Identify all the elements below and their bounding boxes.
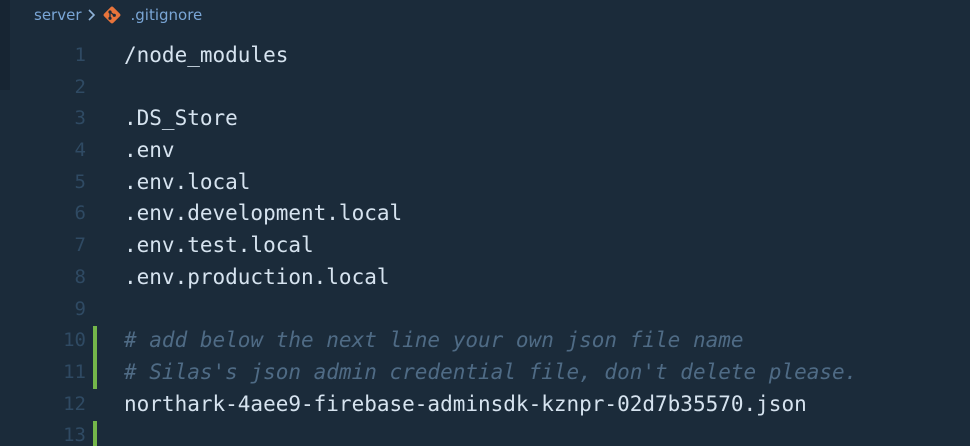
git-added-marker[interactable]	[93, 326, 97, 389]
code-line[interactable]	[124, 420, 970, 446]
code-text-area[interactable]: /node_modules .DS_Store .env .env.local …	[124, 40, 970, 446]
line-number: 5	[74, 170, 86, 193]
breadcrumb: server .gitignore	[34, 4, 202, 26]
code-line[interactable]: .env.production.local	[124, 262, 970, 294]
line-number: 8	[74, 265, 86, 288]
breadcrumb-file[interactable]: .gitignore	[130, 6, 202, 24]
git-added-marker[interactable]	[93, 421, 97, 446]
line-number: 12	[63, 392, 86, 415]
code-line[interactable]: northark-4aee9-firebase-adminsdk-kznpr-0…	[124, 389, 970, 421]
code-line[interactable]: .env	[124, 135, 970, 167]
line-number: 2	[74, 75, 86, 98]
code-line[interactable]: .DS_Store	[124, 103, 970, 135]
line-number: 7	[74, 234, 86, 257]
line-number-gutter: 1 2 3 4 5 6 7 8 9 10 11 12 13	[0, 40, 86, 446]
line-number: 4	[74, 139, 86, 162]
code-editor[interactable]: server .gitignore 1 2 3 4 5 6 7 8 9 10 1…	[0, 0, 970, 446]
line-number: 9	[74, 297, 86, 320]
chevron-right-icon	[87, 8, 96, 22]
code-line[interactable]: .env.development.local	[124, 198, 970, 230]
line-number: 11	[63, 360, 86, 383]
line-number: 3	[74, 107, 86, 130]
comment-line[interactable]: # add below the next line your own json …	[124, 325, 970, 357]
code-line[interactable]	[124, 294, 970, 326]
line-number: 10	[63, 329, 86, 352]
code-line[interactable]: /node_modules	[124, 40, 970, 72]
code-line[interactable]: .env.test.local	[124, 230, 970, 262]
code-line[interactable]: .env.local	[124, 167, 970, 199]
code-line[interactable]	[124, 72, 970, 104]
line-number: 13	[63, 424, 86, 446]
line-number: 1	[74, 44, 86, 66]
git-icon	[102, 5, 122, 25]
comment-line[interactable]: # Silas's json admin credential file, do…	[124, 357, 970, 389]
line-number: 6	[74, 202, 86, 225]
breadcrumb-folder[interactable]: server	[34, 6, 81, 24]
